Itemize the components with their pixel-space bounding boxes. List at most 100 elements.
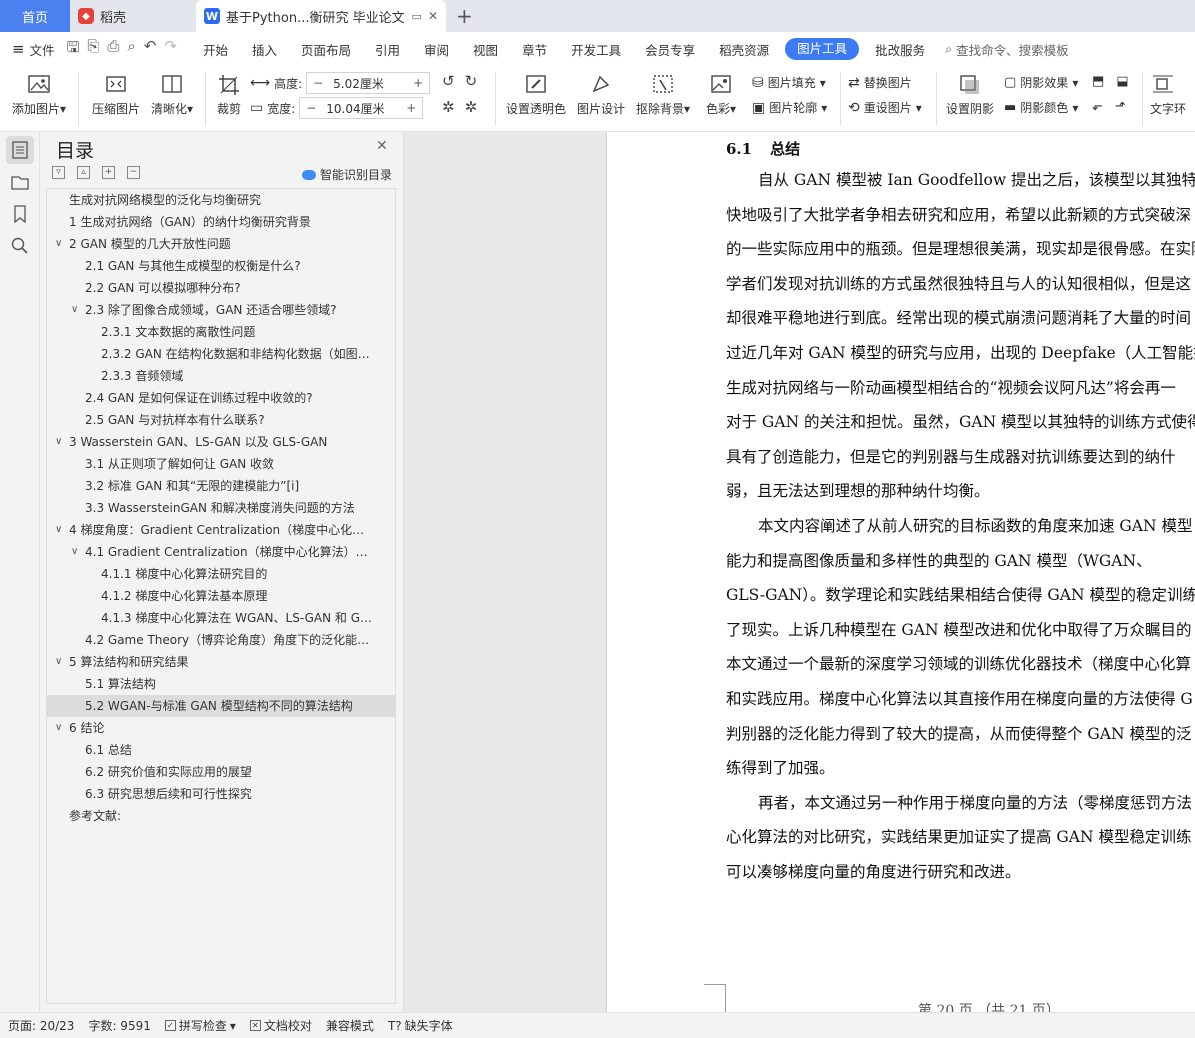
toc-item[interactable]: ∨ 4.1 Gradient Centralization（梯度中心化算法）… [47, 541, 395, 563]
compatibility-mode[interactable]: 兼容模式 [326, 1017, 374, 1034]
toc-item[interactable]: 4.1.1 梯度中心化算法研究目的 [47, 563, 395, 585]
rotate-right-icon[interactable]: ↻ [465, 72, 478, 90]
word-count[interactable]: 字数: 9591 [88, 1017, 150, 1034]
menu-developer[interactable]: 开发工具 [559, 40, 633, 59]
shadow-nudge-right-icon[interactable]: ⬓ [1116, 74, 1128, 89]
chevron-down-icon[interactable]: ∨ [55, 717, 62, 739]
sharpen-button[interactable]: 清晰化▾ [146, 66, 198, 117]
print-icon[interactable]: ⎙ [107, 37, 119, 62]
toc-item[interactable]: ∨ 6 结论 [47, 717, 395, 739]
menu-chapter[interactable]: 章节 [510, 40, 559, 59]
toc-panel-icon[interactable] [6, 136, 34, 164]
preview-icon[interactable]: ⌕ [127, 37, 135, 62]
toc-item[interactable]: 2.5 GAN 与对抗样本有什么联系? [47, 409, 395, 431]
toc-item[interactable]: 3.1 从正则项了解如何让 GAN 收敛 [47, 453, 395, 475]
toc-item[interactable]: ∨ 4 梯度角度：Gradient Centralization（梯度中心化… [47, 519, 395, 541]
expand-all-icon[interactable]: ▵ [77, 166, 90, 179]
toc-item[interactable]: ∨ 2.3 除了图像合成领域，GAN 还适合哪些领域? [47, 299, 395, 321]
spell-check-toggle[interactable]: ✓ 拼写检查 ▾ [164, 1017, 236, 1034]
remove-heading-icon[interactable]: − [127, 166, 140, 179]
toc-item[interactable]: 3.3 WassersteinGAN 和解决梯度消失问题的方法 [47, 497, 395, 519]
chevron-down-icon[interactable]: ∨ [55, 233, 62, 255]
chevron-down-icon[interactable]: ∨ [71, 541, 78, 563]
file-menu[interactable]: ≡ 文件 [0, 40, 67, 59]
tab-close-icon[interactable]: ✕ [428, 9, 438, 23]
flip-vertical-icon[interactable]: ✲ [465, 98, 478, 116]
flip-horizontal-icon[interactable]: ✲ [442, 98, 455, 116]
save-icon[interactable]: 🖫 [67, 37, 80, 62]
bookmark-icon[interactable] [6, 200, 34, 228]
image-design-button[interactable]: 图片设计 [574, 66, 628, 117]
close-icon[interactable]: ✕ [376, 138, 388, 154]
toc-item[interactable]: 2.4 GAN 是如何保证在训练过程中收敛的? [47, 387, 395, 409]
toc-item[interactable]: 2.1 GAN 与其他生成模型的权衡是什么? [47, 255, 395, 277]
chevron-down-icon[interactable]: ∨ [71, 299, 78, 321]
chevron-down-icon[interactable]: ∨ [55, 519, 62, 541]
menu-review[interactable]: 审阅 [412, 40, 461, 59]
export-icon[interactable]: ⎘ [87, 37, 99, 62]
document-body[interactable]: 6.1 总结 自从 GAN 模型被 Ian Goodfellow 提出之后，该模型… [726, 132, 1195, 1012]
shadow-effect-button[interactable]: ▢ 阴影效果 ▾ [1004, 74, 1078, 91]
width-stepper[interactable]: − 10.04厘米 + [299, 97, 424, 119]
width-value[interactable]: 10.04厘米 [322, 100, 400, 117]
menu-member[interactable]: 会员专享 [633, 40, 707, 59]
toc-item[interactable]: 生成对抗网络模型的泛化与均衡研究 [47, 189, 395, 211]
page-indicator[interactable]: 页面: 20/23 [8, 1017, 74, 1034]
width-increase-button[interactable]: + [400, 101, 422, 115]
toc-item[interactable]: ∨ 5 算法结构和研究结果 [47, 651, 395, 673]
smart-toc-button[interactable]: 智能识别目录 [302, 166, 392, 183]
menu-page-layout[interactable]: 页面布局 [289, 40, 363, 59]
height-stepper[interactable]: − 5.02厘米 + [306, 72, 431, 94]
image-outline-button[interactable]: ▣ 图片轮廓 ▾ [752, 99, 827, 116]
compress-image-button[interactable]: 压缩图片 [88, 66, 144, 117]
new-tab-button[interactable]: + [446, 0, 483, 32]
toc-item[interactable]: 2.3.2 GAN 在结构化数据和非结构化数据（如图… [47, 343, 395, 365]
shadow-nudge-down-icon[interactable]: ⬏ [1115, 99, 1126, 114]
tab-home[interactable]: 首页 [0, 0, 70, 32]
add-heading-icon[interactable]: + [102, 166, 115, 179]
toc-item[interactable]: 6.3 研究思想后续和可行性探究 [47, 783, 395, 805]
toc-item[interactable]: 参考文献: [47, 805, 395, 827]
menu-insert[interactable]: 插入 [240, 40, 289, 59]
width-decrease-button[interactable]: − [300, 101, 322, 115]
search-panel-icon[interactable] [6, 232, 34, 260]
toc-item[interactable]: 4.1.2 梯度中心化算法基本原理 [47, 585, 395, 607]
height-increase-button[interactable]: + [407, 76, 429, 90]
color-button[interactable]: 色彩▾ [702, 66, 740, 117]
text-wrap-button[interactable]: 文字环 [1150, 66, 1195, 117]
toc-item[interactable]: 6.2 研究价值和实际应用的展望 [47, 761, 395, 783]
chevron-down-icon[interactable]: ∨ [55, 651, 62, 673]
menu-daoke-resources[interactable]: 稻壳资源 [707, 40, 781, 59]
toc-item[interactable]: 2.2 GAN 可以模拟哪种分布? [47, 277, 395, 299]
menu-picture-tools[interactable]: 图片工具 [785, 38, 860, 60]
menu-grading-service[interactable]: 批改服务 [863, 40, 937, 59]
height-decrease-button[interactable]: − [307, 76, 329, 90]
menu-start[interactable]: 开始 [191, 40, 240, 59]
toc-item[interactable]: ∨ 2 GAN 模型的几大开放性问题 [47, 233, 395, 255]
collapse-all-icon[interactable]: ▿ [52, 166, 65, 179]
toc-item[interactable]: 4.2 Game Theory（博弈论角度）角度下的泛化能… [47, 629, 395, 651]
reset-image-button[interactable]: ⟲ 重设图片 ▾ [848, 99, 922, 116]
shadow-nudge-up-icon[interactable]: ⬒ [1092, 74, 1104, 89]
toc-item[interactable]: 1 生成对抗网络（GAN）的纳什均衡研究背景 [47, 211, 395, 233]
chapter-nav-icon[interactable] [6, 168, 34, 196]
toc-item[interactable]: 5.2 WGAN-与标准 GAN 模型结构不同的算法结构 [47, 695, 395, 717]
toc-item[interactable]: ∨ 3 Wasserstein GAN、LS-GAN 以及 GLS-GAN [47, 431, 395, 453]
document-proofread-button[interactable]: ✕ 文档校对 [249, 1017, 312, 1034]
toc-item[interactable]: 6.1 总结 [47, 739, 395, 761]
toc-item[interactable]: 2.3.3 音频领域 [47, 365, 395, 387]
undo-icon[interactable]: ↶ [144, 37, 157, 62]
tab-window-icon[interactable]: ▭ [412, 10, 422, 23]
add-image-button[interactable]: 添加图片▾ [8, 66, 70, 117]
tab-daoke[interactable]: ◆ 稻壳 [70, 0, 196, 32]
shadow-color-button[interactable]: ▬ 阴影颜色 ▾ [1004, 99, 1078, 116]
remove-background-button[interactable]: 抠除背景▾ [634, 66, 692, 117]
tab-document[interactable]: W 基于Python...衡研究 毕业论文 ▭ ✕ [196, 0, 446, 32]
chevron-down-icon[interactable]: ∨ [55, 431, 62, 453]
toc-item[interactable]: 4.1.3 梯度中心化算法在 WGAN、LS-GAN 和 G… [47, 607, 395, 629]
redo-icon[interactable]: ↷ [164, 37, 177, 62]
replace-image-button[interactable]: ⇄ 替换图片 [848, 74, 912, 91]
toc-item[interactable]: 2.3.1 文本数据的离散性问题 [47, 321, 395, 343]
missing-font-button[interactable]: T? 缺失字体 [388, 1017, 453, 1034]
shadow-nudge-left-icon[interactable]: ⬐ [1092, 99, 1103, 114]
